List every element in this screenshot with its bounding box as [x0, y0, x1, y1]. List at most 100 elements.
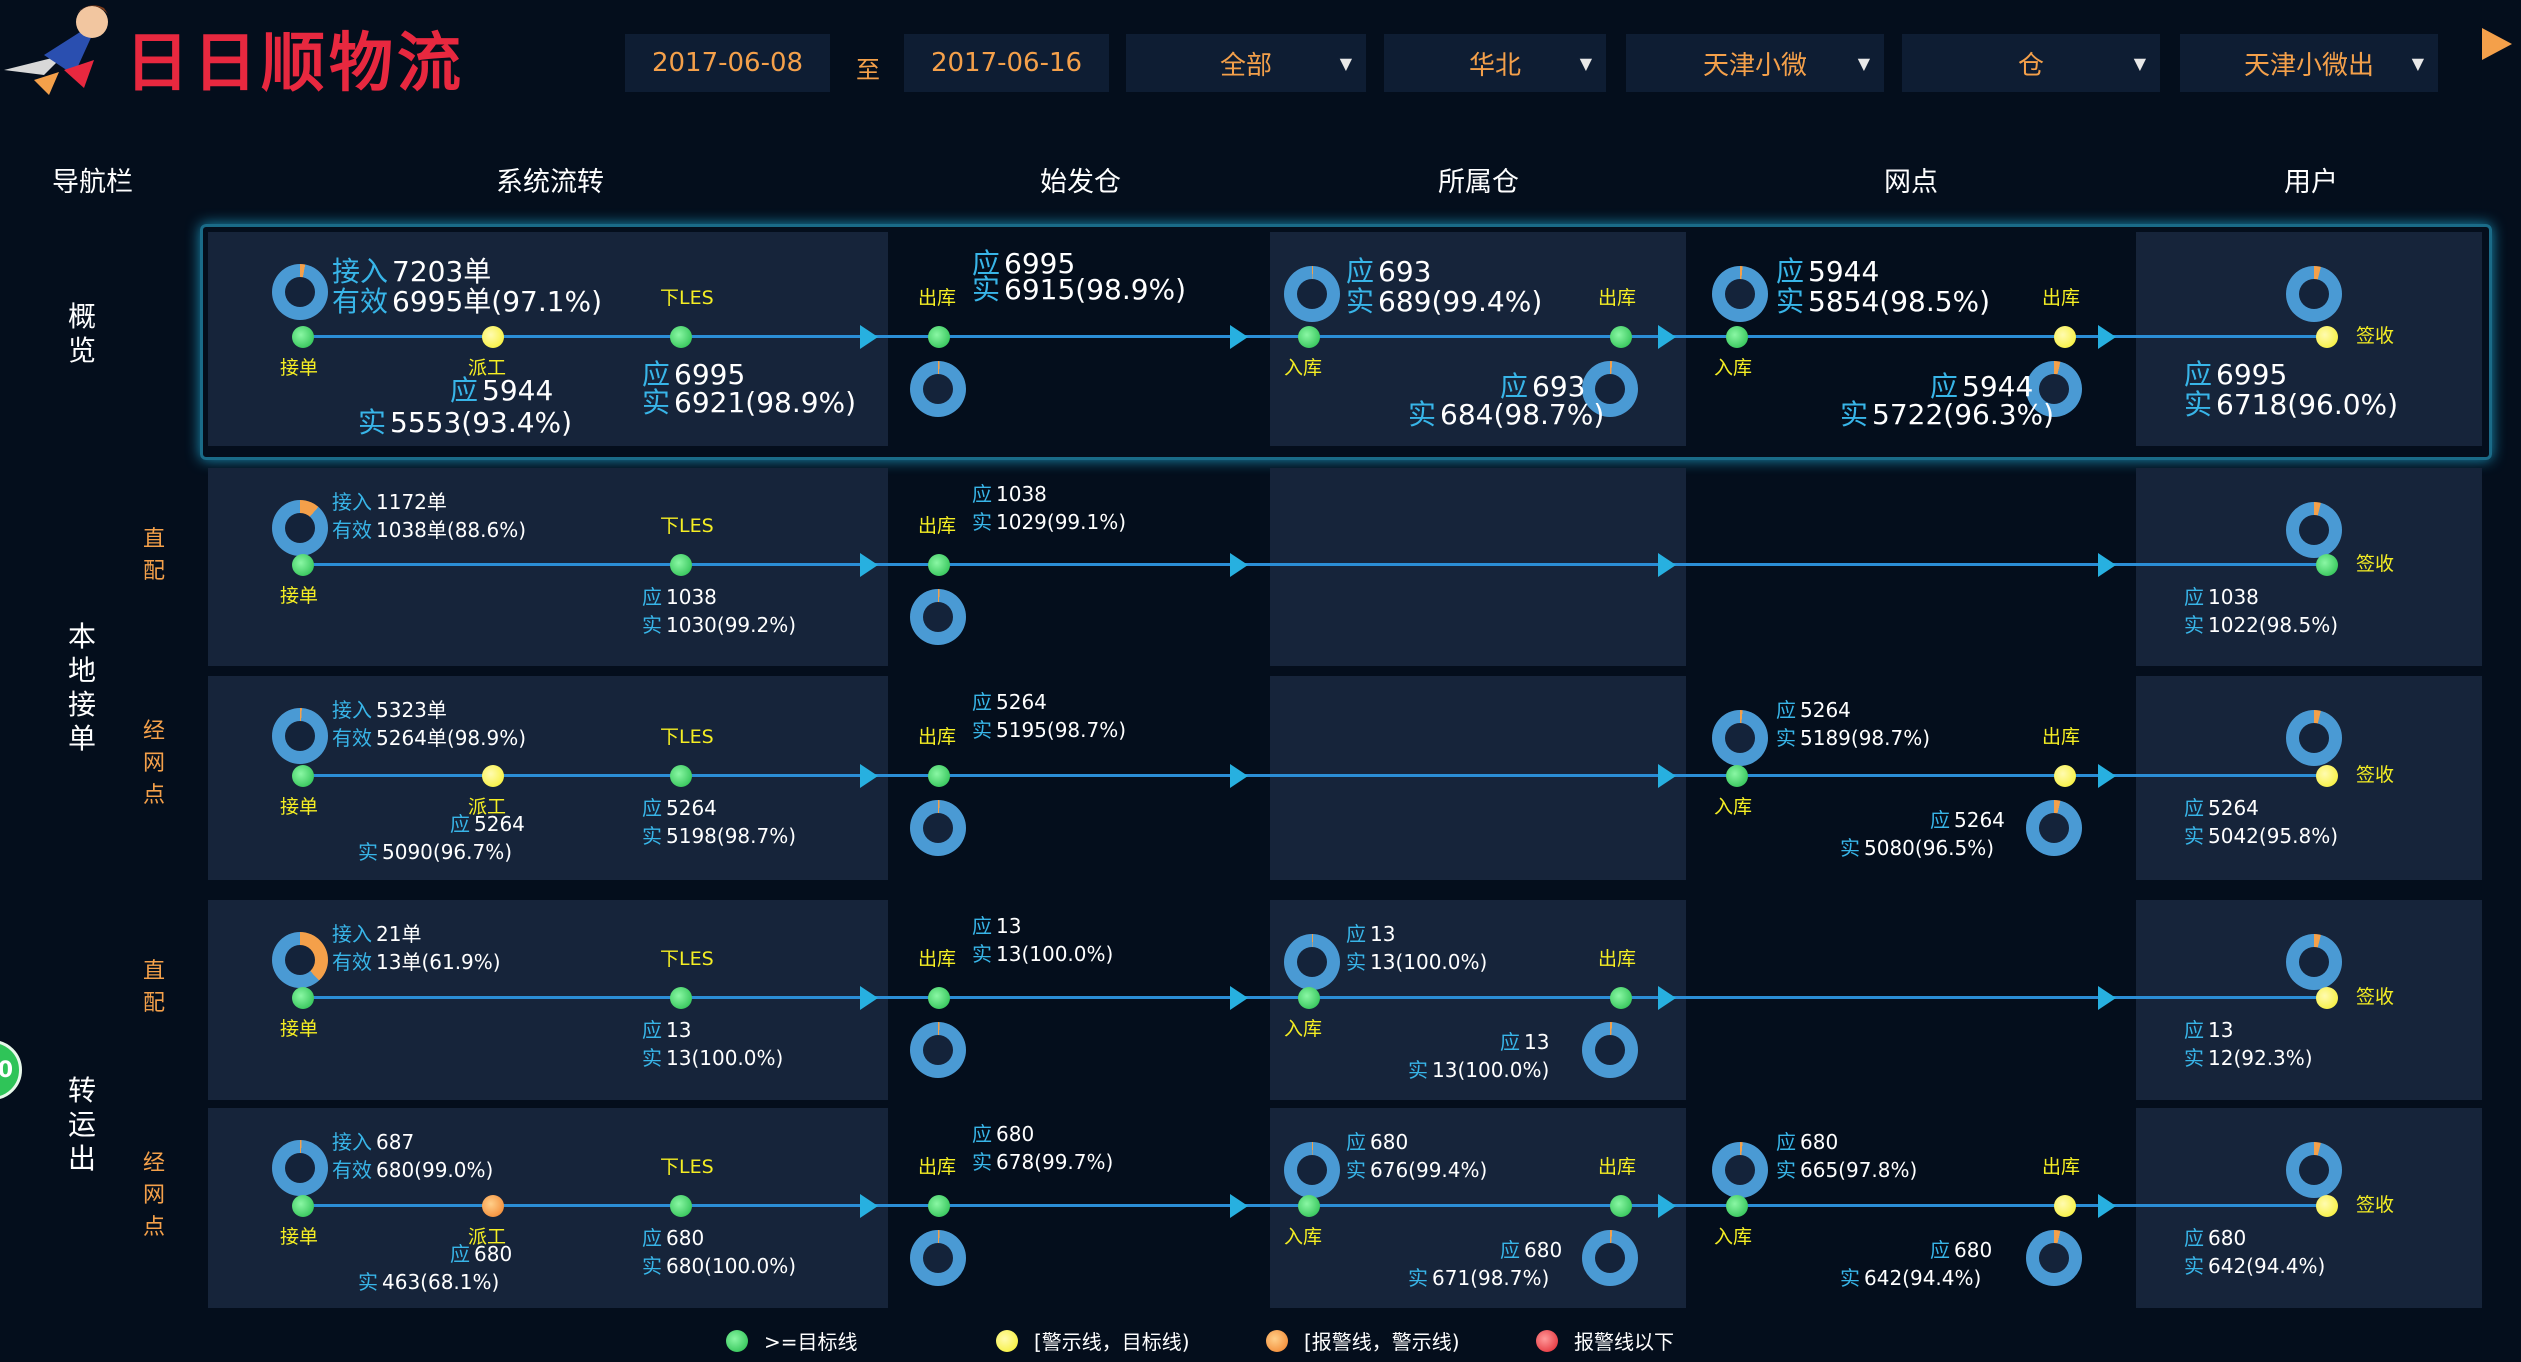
sidebar-char: 单: [67, 722, 96, 755]
belong-in-actual-value: 13(100.0%): [1370, 950, 1488, 974]
les-actual-value: 13(100.0%): [666, 1046, 784, 1070]
node-site-in-label: 入库: [1714, 1226, 1753, 1248]
user-donut-chart: [2286, 266, 2342, 322]
node-belong-out-dot: [1610, 326, 1632, 348]
site-out-donut-chart: [2026, 1230, 2082, 1286]
sidebar-char: 览: [67, 334, 96, 367]
sidebar-item-transfer[interactable]: 转运出: [64, 1074, 100, 1176]
sidebar-char: 直: [142, 527, 165, 552]
legend-red-label: 报警线以下: [1574, 1330, 1674, 1354]
user-actual-key: 实: [2184, 1254, 2204, 1278]
node-belong-out-label: 出库: [1598, 1156, 1637, 1178]
les-due-key: 应: [642, 1018, 662, 1042]
origin-actual-key: 实: [972, 1150, 992, 1174]
flow-arrow-icon: [2098, 325, 2116, 349]
sidebar-subitem-local-via-site[interactable]: 经网点: [140, 716, 168, 812]
date-to-input[interactable]: 2017-06-16: [904, 34, 1109, 92]
node-out-label: 出库: [918, 515, 957, 537]
origin-actual-key: 实: [972, 718, 992, 742]
origin-actual-value: 1029(99.1%): [996, 510, 1127, 534]
belong-in-actual-key: 实: [1346, 1158, 1366, 1182]
node-site-out-dot: [2054, 326, 2076, 348]
flow-arrow-icon: [860, 986, 878, 1010]
flow-arrow-icon: [2098, 986, 2116, 1010]
node-origin-out-dot: [928, 326, 950, 348]
dispatch-actual-key: 实: [358, 1270, 378, 1294]
date-from-input[interactable]: 2017-06-08: [625, 34, 830, 92]
legend-green-dot: [726, 1330, 748, 1352]
warehouse-select[interactable]: 天津小微出 ▼: [2180, 34, 2438, 92]
user-donut-chart: [2286, 1142, 2342, 1198]
node-sign-label: 签收: [2356, 1194, 2395, 1216]
site-out-actual: 实 642(94.4%): [1840, 1262, 1981, 1291]
sidebar-subitem-transfer-via-site[interactable]: 经网点: [140, 1148, 168, 1244]
origin-due-key: 应: [972, 914, 992, 938]
sidebar-item-local[interactable]: 本地接单: [64, 620, 100, 756]
sidebar-char: 网: [142, 751, 165, 776]
sidebar-char: 转: [67, 1074, 96, 1107]
node-origin-out-dot: [928, 1195, 950, 1217]
belong-in-donut-chart: [1284, 934, 1340, 990]
brand-logo: 日日顺物流: [125, 27, 465, 101]
user-actual-key: 实: [2184, 613, 2204, 637]
dispatch-actual-value: 5553(93.4%): [390, 406, 573, 439]
column-header-user: 用户: [2284, 167, 2338, 198]
user-due-value: 5264: [2208, 796, 2259, 820]
origin-donut-chart: [910, 361, 966, 417]
sidebar-char: 配: [142, 991, 165, 1016]
user-actual-value: 642(94.4%): [2208, 1254, 2326, 1278]
valid-count-key: 有效: [332, 950, 372, 974]
sidebar-char: 点: [142, 783, 165, 808]
flow-arrow-icon: [1658, 325, 1676, 349]
sidebar-char: 经: [142, 719, 165, 744]
belong-out-due-key: 应: [1500, 1030, 1520, 1054]
column-header-nav: 导航栏: [52, 167, 133, 198]
les-actual: 实 1030(99.2%): [642, 609, 796, 638]
dispatch-due: 应 680: [450, 1238, 512, 1267]
user-due-key: 应: [2184, 585, 2204, 609]
dropdown-arrow-icon: ▼: [1579, 54, 1592, 73]
flow-arrow-icon: [1658, 986, 1676, 1010]
sidebar-item-overview[interactable]: 概览: [64, 300, 100, 368]
sidebar-char: 本: [67, 620, 96, 653]
center-select[interactable]: 天津小微 ▼: [1626, 34, 1884, 92]
origin-actual: 实 1029(99.1%): [972, 506, 1126, 535]
node-les-label: 下LES: [660, 515, 714, 537]
les-due: 应 5264: [642, 792, 717, 821]
origin-due: 应 680: [972, 1118, 1034, 1147]
category-select[interactable]: 全部 ▼: [1126, 34, 1366, 92]
sidebar-char: 点: [142, 1215, 165, 1240]
valid-count: 有效 1038单(88.6%): [332, 514, 526, 543]
user-due: 应 1038: [2184, 581, 2259, 610]
node-les-dot: [670, 554, 692, 576]
side-toggle-badge[interactable]: 0: [0, 1040, 22, 1100]
les-actual-key: 实: [642, 1046, 662, 1070]
site-out-actual-key: 实: [1840, 1266, 1860, 1290]
sidebar-subitem-transfer-direct[interactable]: 直配: [140, 956, 168, 1020]
user-due: 应 680: [2184, 1222, 2246, 1251]
node-sign-label: 签收: [2356, 553, 2395, 575]
play-icon[interactable]: [2482, 28, 2512, 60]
region-select[interactable]: 华北 ▼: [1384, 34, 1606, 92]
les-actual: 实 680(100.0%): [642, 1250, 796, 1279]
sidebar-char: 概: [67, 300, 96, 333]
flow-arrow-icon: [1230, 553, 1248, 577]
user-donut-chart: [2286, 710, 2342, 766]
legend-green-label: >=目标线: [764, 1330, 858, 1354]
flow-arrow-icon: [2098, 1194, 2116, 1218]
node-out-label: 出库: [918, 948, 957, 970]
received-count: 接入 21单: [332, 918, 421, 947]
type-select[interactable]: 仓 ▼: [1902, 34, 2160, 92]
belong-out-donut-chart: [1582, 1230, 1638, 1286]
node-sign-label: 签收: [2356, 325, 2395, 347]
node-out-label: 出库: [918, 1156, 957, 1178]
dispatch-actual-value: 463(68.1%): [382, 1270, 500, 1294]
node-receive-dot: [292, 554, 314, 576]
site-out-actual-value: 5080(96.5%): [1864, 836, 1995, 860]
site-in-due: 应 680: [1776, 1126, 1838, 1155]
sidebar-subitem-local-direct[interactable]: 直配: [140, 524, 168, 588]
origin-actual-key: 实: [972, 942, 992, 966]
belong-in-actual: 实 13(100.0%): [1346, 946, 1487, 975]
origin-due-value: 1038: [996, 482, 1047, 506]
user-due-value: 1038: [2208, 585, 2259, 609]
